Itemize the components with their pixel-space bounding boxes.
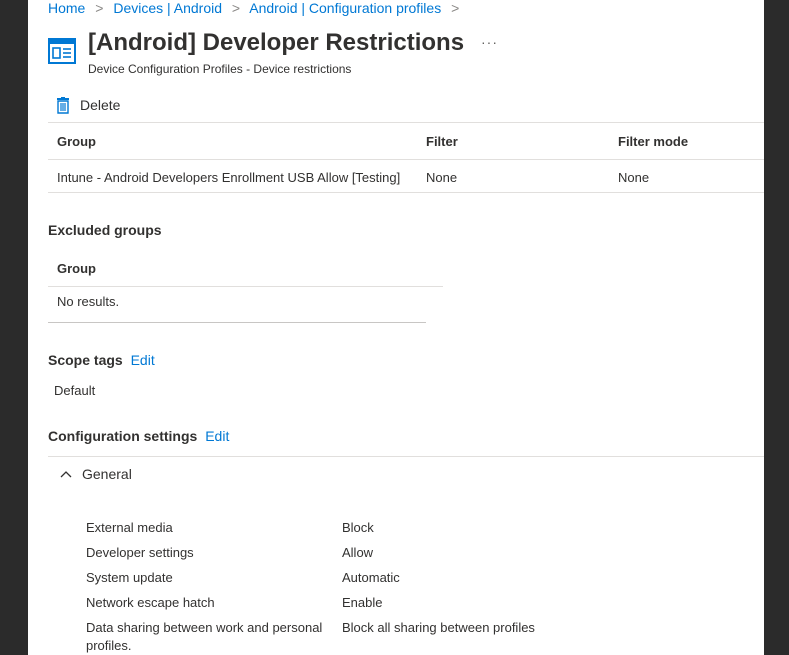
configuration-settings-title: Configuration settings Edit: [48, 428, 229, 444]
page-title: [Android] Developer Restrictions: [88, 29, 465, 56]
divider: [48, 322, 426, 323]
scope-tags-title: Scope tags Edit: [48, 352, 155, 368]
setting-value-external-media: Block: [342, 520, 374, 535]
divider: [48, 286, 443, 287]
column-header-group[interactable]: Group: [57, 261, 96, 276]
setting-label-external-media: External media: [86, 520, 173, 535]
breadcrumb-configuration-profiles[interactable]: Android | Configuration profiles: [249, 0, 441, 16]
setting-value-developer-settings: Allow: [342, 545, 374, 560]
empty-results-text: No results.: [57, 294, 120, 309]
setting-value-system-update: Automatic: [342, 570, 400, 585]
scope-tags-edit-link[interactable]: Edit: [131, 352, 155, 368]
breadcrumb-home[interactable]: Home: [48, 0, 85, 16]
page: Home > Devices | Android > Android | Con…: [28, 0, 764, 655]
general-section-label: General: [82, 466, 132, 482]
breadcrumb-separator: >: [451, 0, 460, 16]
general-section-toggle[interactable]: General: [60, 466, 132, 482]
group-name-cell: Intune - Android Developers Enrollment U…: [57, 170, 401, 185]
device-configuration-profile-icon: [48, 38, 76, 64]
setting-label-network-escape-hatch: Network escape hatch: [86, 595, 215, 610]
column-header-filter[interactable]: Filter: [426, 134, 458, 149]
divider: [48, 159, 764, 160]
filter-mode-cell: None: [618, 170, 650, 185]
column-header-filter-mode[interactable]: Filter mode: [618, 134, 688, 149]
breadcrumb-devices-android[interactable]: Devices | Android: [113, 0, 222, 16]
column-header-group[interactable]: Group: [57, 134, 96, 149]
setting-value-data-sharing: Block all sharing between profiles: [342, 620, 535, 635]
configuration-settings-label: Configuration settings: [48, 428, 198, 444]
breadcrumb-separator: >: [95, 0, 104, 16]
breadcrumb-separator: >: [231, 0, 241, 16]
divider: [48, 122, 764, 123]
filter-cell: None: [426, 170, 458, 185]
breadcrumb: Home > Devices | Android > Android | Con…: [48, 0, 465, 18]
configuration-settings-edit-link[interactable]: Edit: [205, 428, 229, 444]
trash-icon: [57, 96, 69, 114]
scope-tags-label: Scope tags: [48, 352, 123, 368]
setting-label-system-update: System update: [86, 570, 173, 585]
setting-label-data-sharing: Data sharing between work and personal p…: [86, 620, 323, 653]
scope-tag-value: Default: [54, 383, 96, 398]
setting-value-network-escape-hatch: Enable: [342, 595, 383, 610]
more-options-button[interactable]: ···: [481, 34, 498, 50]
chevron-up-icon: [60, 471, 72, 478]
delete-label: Delete: [80, 97, 121, 113]
divider: [48, 456, 764, 457]
page-subtitle: Device Configuration Profiles - Device r…: [88, 62, 352, 76]
delete-button[interactable]: Delete: [56, 94, 120, 116]
setting-label-developer-settings: Developer settings: [86, 545, 194, 560]
excluded-groups-title: Excluded groups: [48, 222, 162, 238]
divider: [48, 192, 764, 193]
